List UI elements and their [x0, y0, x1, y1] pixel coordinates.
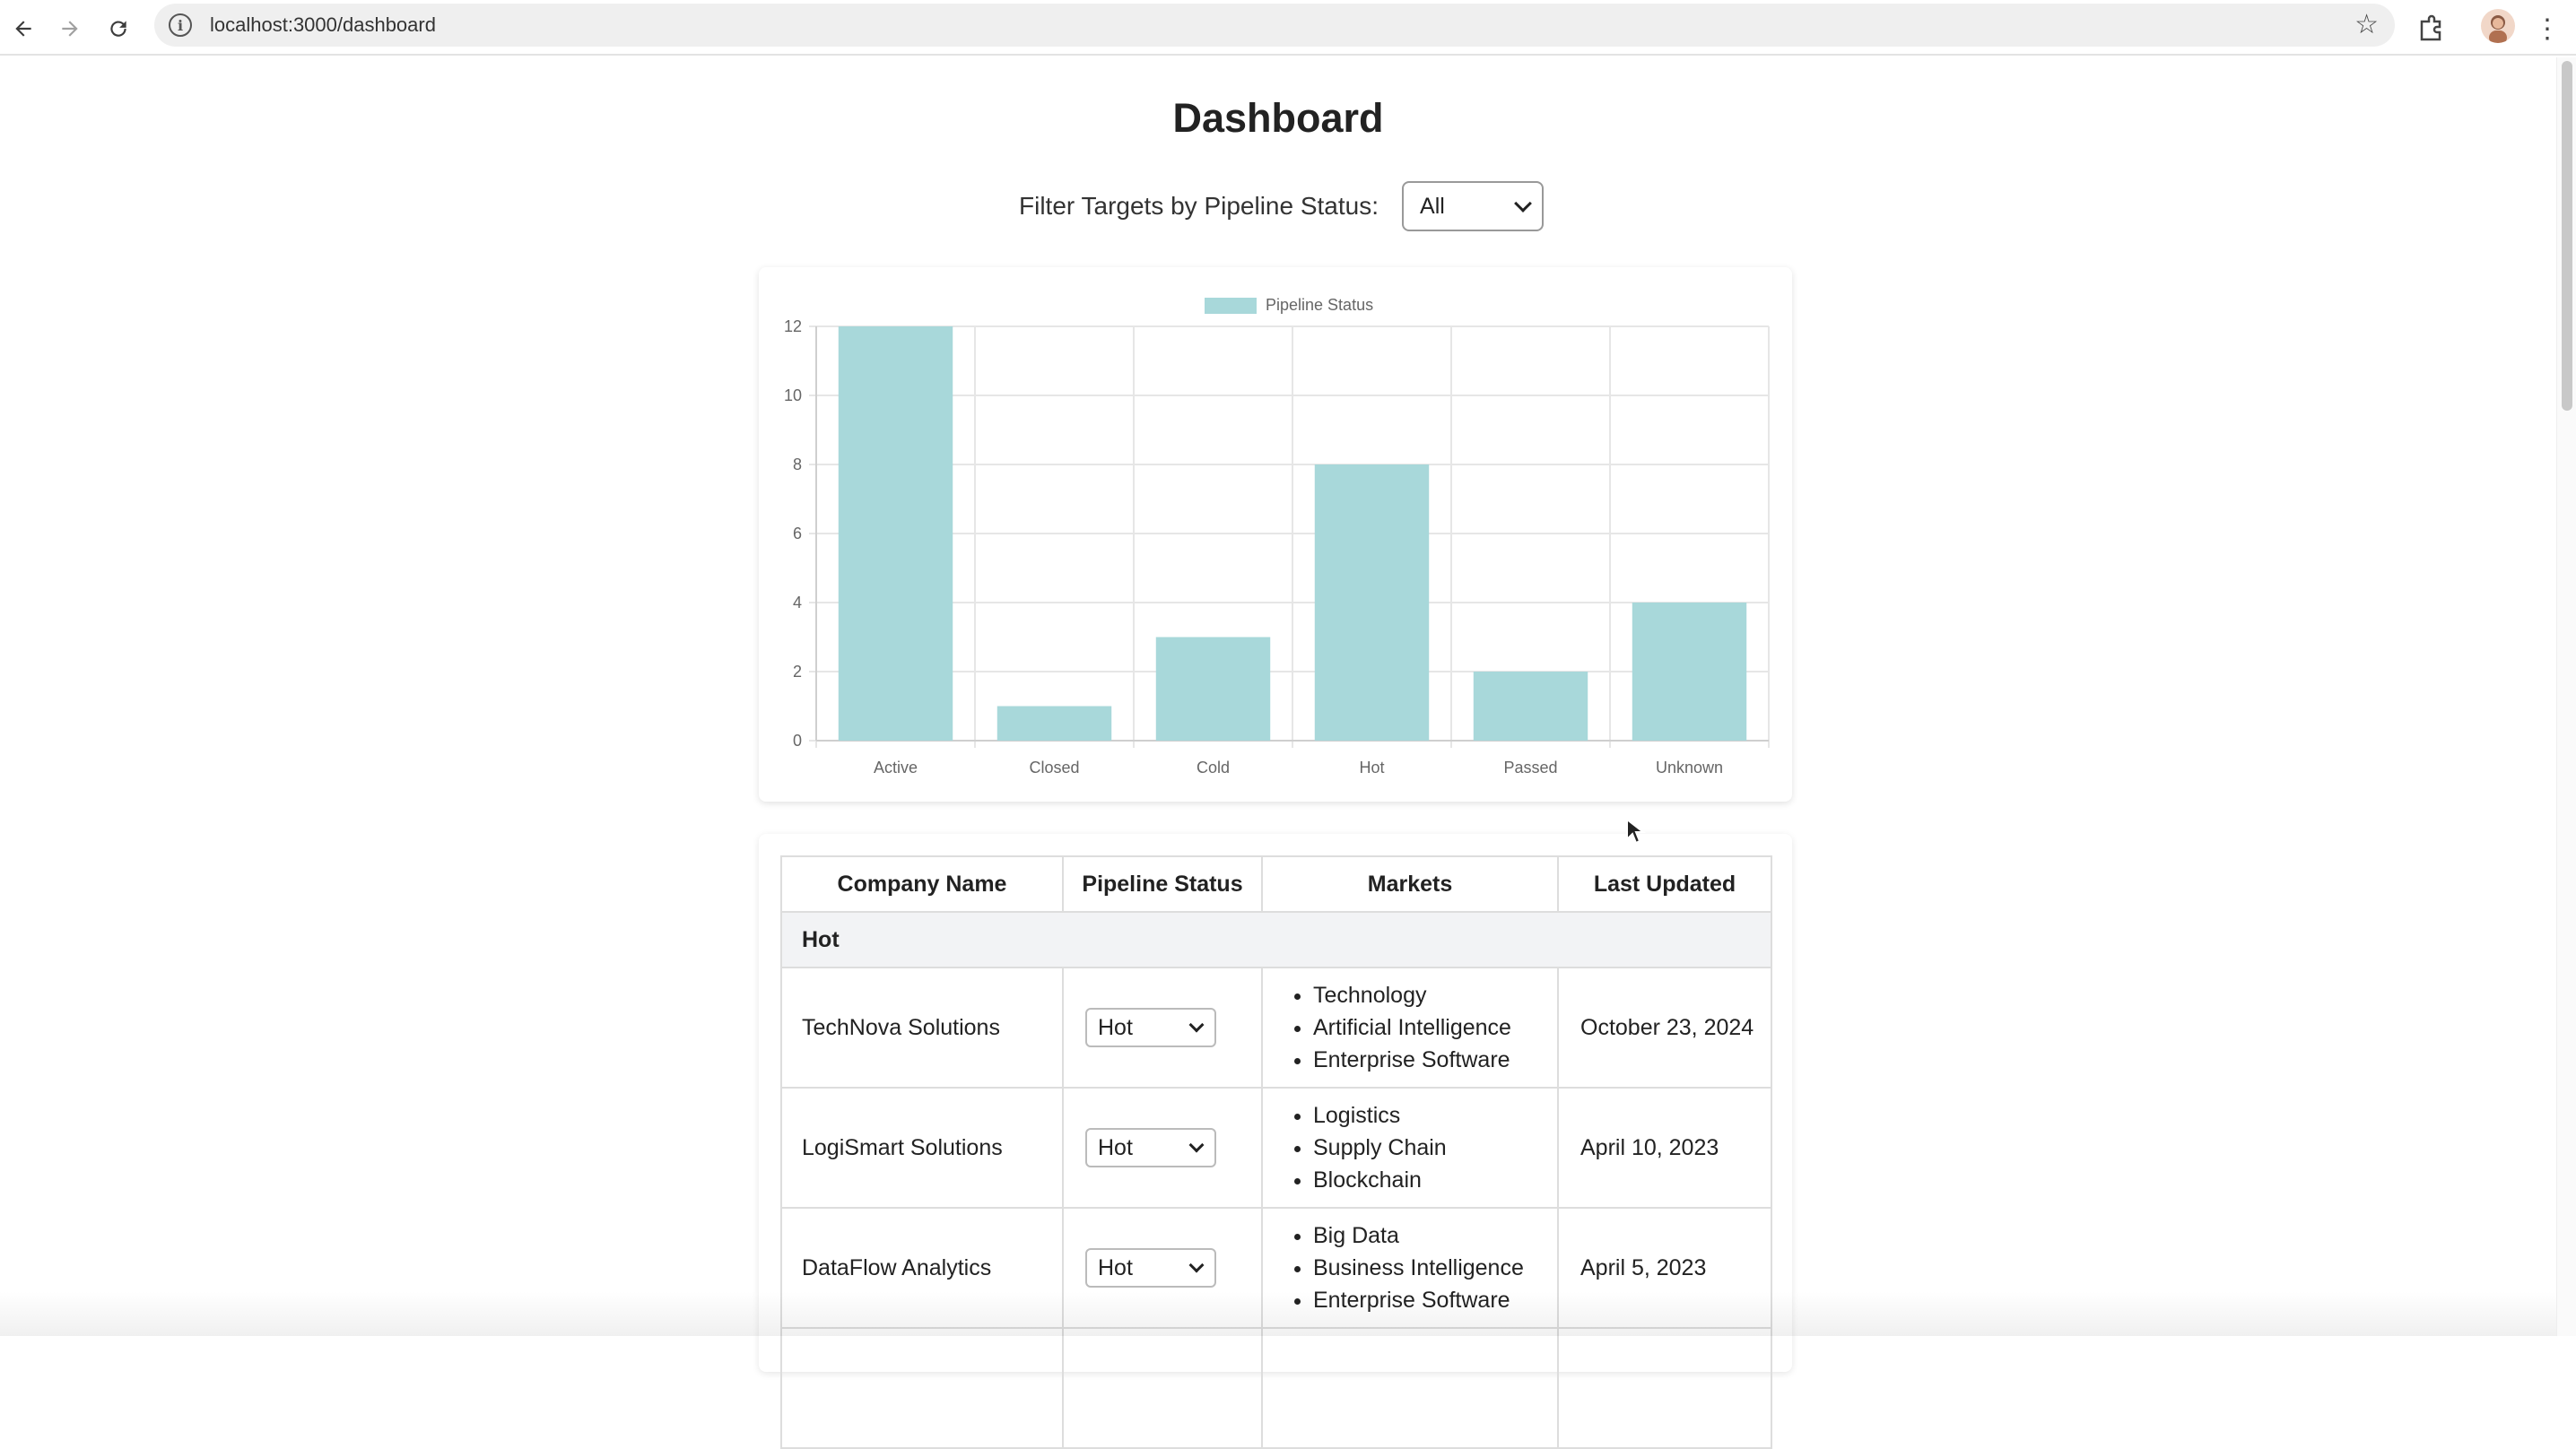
bar-closed	[996, 706, 1112, 741]
market-item: Technology	[1313, 979, 1557, 1011]
pipeline-status-select[interactable]: Hot	[1085, 1128, 1216, 1167]
markets-cell: Logistics Supply Chain Blockchain	[1261, 1087, 1559, 1209]
y-tick-label: 2	[793, 663, 802, 681]
status-value: Hot	[1098, 1254, 1133, 1280]
status-value: Hot	[1098, 1134, 1133, 1160]
market-item: Big Data	[1313, 1219, 1557, 1252]
targets-table-card: Company Name Pipeline Status Markets Las…	[759, 834, 1792, 1449]
filter-selected-value: All	[1420, 193, 1445, 219]
company-name: DataFlow Analytics	[780, 1207, 1064, 1329]
table-header-row: Company Name Pipeline Status Markets Las…	[780, 855, 1772, 913]
markets-cell: Technology Artificial Intelligence Enter…	[1261, 967, 1559, 1089]
last-updated: April 5, 2023	[1557, 1207, 1772, 1329]
page-title: Dashboard	[1172, 95, 1384, 141]
filter-label: Filter Targets by Pipeline Status:	[1019, 192, 1379, 220]
market-item: Artificial Intelligence	[1313, 1011, 1557, 1044]
reload-icon[interactable]	[99, 9, 138, 48]
x-tick-label: Cold	[1197, 759, 1230, 777]
status-cell: Hot	[1062, 967, 1263, 1089]
x-tick-label: Active	[874, 759, 918, 777]
y-tick-label: 0	[793, 732, 802, 750]
status-cell: Hot	[1062, 1087, 1263, 1209]
info-icon[interactable]: i	[169, 13, 192, 37]
market-item: Supply Chain	[1313, 1132, 1557, 1164]
pipeline-status-bar-chart: 0 2 4 6 8 10 12 Active Closed Cold Hot Passed Unknow…	[784, 296, 1770, 777]
last-updated: April 10, 2023	[1557, 1087, 1772, 1209]
address-bar[interactable]: i localhost:3000/dashboard ☆	[154, 4, 2395, 47]
chevron-down-icon	[1514, 195, 1532, 213]
chevron-down-icon	[1188, 1137, 1205, 1153]
bar-active	[838, 326, 953, 741]
table-row: LogiSmart Solutions Hot Logistics Supply…	[780, 1087, 1772, 1209]
page-scrollbar[interactable]	[2556, 57, 2576, 1336]
market-item: Enterprise Software	[1313, 1044, 1557, 1076]
column-header-markets: Markets	[1261, 855, 1559, 913]
x-tick-label: Unknown	[1656, 759, 1723, 777]
x-tick-label: Closed	[1029, 759, 1079, 777]
mouse-cursor-icon	[1625, 817, 1647, 851]
menu-icon[interactable]: ⋮	[2529, 9, 2565, 48]
y-tick-label: 6	[793, 525, 802, 542]
pipeline-status-filter-select[interactable]: All	[1402, 181, 1545, 231]
forward-icon[interactable]	[50, 9, 90, 48]
chevron-down-icon	[1188, 1017, 1205, 1033]
scrollbar-thumb[interactable]	[2562, 61, 2572, 411]
market-item: Blockchain	[1313, 1164, 1557, 1196]
market-item: Logistics	[1313, 1099, 1557, 1132]
bar-unknown	[1632, 603, 1747, 741]
company-name: LogiSmart Solutions	[780, 1087, 1064, 1209]
url-text[interactable]: localhost:3000/dashboard	[210, 13, 436, 37]
column-header-updated: Last Updated	[1557, 855, 1772, 913]
group-row: Hot	[780, 911, 1772, 968]
extensions-icon[interactable]	[2411, 9, 2450, 48]
table-row-partial	[780, 1327, 1772, 1449]
y-tick-label: 10	[784, 386, 802, 404]
column-header-status: Pipeline Status	[1062, 855, 1263, 913]
legend-label: Pipeline Status	[1266, 296, 1373, 314]
column-header-company: Company Name	[780, 855, 1064, 913]
y-tick-label: 4	[793, 594, 802, 612]
last-updated: October 23, 2024	[1557, 967, 1772, 1089]
targets-table: Company Name Pipeline Status Markets Las…	[780, 855, 1772, 1449]
back-icon[interactable]	[4, 9, 43, 48]
markets-cell: Big Data Business Intelligence Enterpris…	[1261, 1207, 1559, 1329]
table-row: TechNova Solutions Hot Technology Artifi…	[780, 967, 1772, 1089]
chevron-down-icon	[1188, 1257, 1205, 1273]
group-label: Hot	[780, 911, 1772, 968]
x-tick-label: Passed	[1503, 759, 1557, 777]
market-item: Enterprise Software	[1313, 1284, 1557, 1316]
company-name: TechNova Solutions	[780, 967, 1064, 1089]
pipeline-status-select[interactable]: Hot	[1085, 1248, 1216, 1288]
status-cell: Hot	[1062, 1207, 1263, 1329]
bookmark-star-icon[interactable]: ☆	[2354, 9, 2379, 40]
x-tick-label: Hot	[1359, 759, 1384, 777]
chart-card: 0 2 4 6 8 10 12 Active Closed Cold Hot Passed Unknow…	[759, 267, 1792, 802]
status-value: Hot	[1098, 1014, 1133, 1040]
pipeline-status-select[interactable]: Hot	[1085, 1008, 1216, 1047]
y-tick-label: 8	[793, 456, 802, 473]
bar-cold	[1155, 637, 1271, 741]
profile-avatar[interactable]	[2481, 9, 2515, 43]
legend-swatch	[1205, 298, 1257, 314]
market-item: Business Intelligence	[1313, 1252, 1557, 1284]
y-tick-label: 12	[784, 317, 802, 335]
table-row: DataFlow Analytics Hot Big Data Business…	[780, 1207, 1772, 1329]
bar-passed	[1473, 672, 1588, 741]
bar-hot	[1314, 464, 1430, 741]
filter-row: Filter Targets by Pipeline Status: All	[1019, 181, 1545, 231]
browser-toolbar: i localhost:3000/dashboard ☆ ⋮	[0, 0, 2576, 56]
